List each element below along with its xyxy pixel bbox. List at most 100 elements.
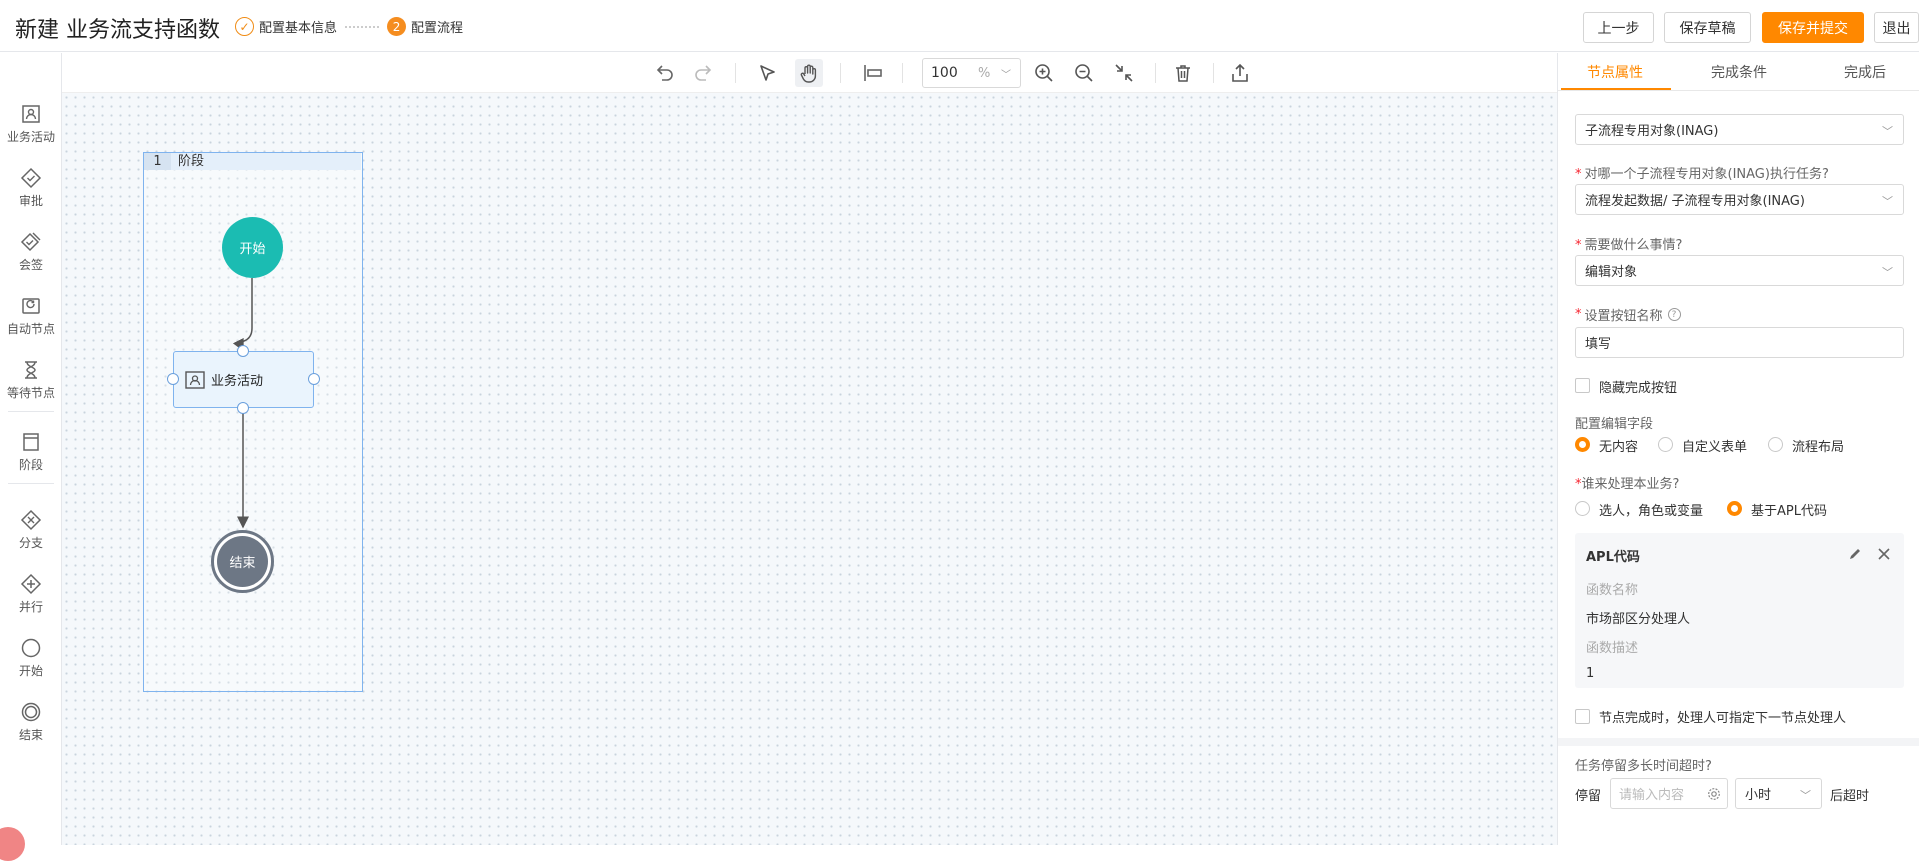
stay-label: 停留: [1575, 789, 1602, 804]
target-question-label: * 对哪一个子流程专用对象(INAG)执行任务?: [1575, 167, 1829, 182]
auto-node-icon: [22, 298, 40, 314]
stage-icon: [23, 433, 39, 451]
tab-after-completion[interactable]: 完成后: [1844, 62, 1886, 82]
radio-no-content[interactable]: [1575, 437, 1590, 452]
activity-node-label: 业务活动: [211, 374, 264, 389]
palette-item-approval[interactable]: 审批: [0, 167, 62, 209]
step-config-flow[interactable]: 配置流程: [411, 17, 463, 36]
tab-node-properties[interactable]: 节点属性: [1587, 62, 1643, 82]
palette-label: 开始: [18, 664, 43, 678]
parallel-icon: [20, 573, 42, 595]
action-question-label: * 需要做什么事情?: [1575, 238, 1683, 253]
section-divider: [1558, 738, 1919, 746]
palette-item-wait-node[interactable]: 等待节点: [0, 359, 62, 401]
hide-complete-checkbox[interactable]: [1575, 378, 1590, 393]
chevron-down-icon: ﹀: [1882, 125, 1893, 138]
start-node[interactable]: 开始: [222, 217, 283, 278]
zoom-select[interactable]: 100 % ﹀: [922, 58, 1021, 88]
target-value: 流程发起数据/ 子流程专用对象(INAG): [1585, 194, 1805, 209]
button-name-input[interactable]: 填写: [1575, 327, 1904, 358]
page-title: 新建 业务流支持函数: [15, 18, 220, 43]
time-unit-value: 小时: [1745, 788, 1772, 803]
connect-handle-top[interactable]: [237, 345, 249, 357]
branch-icon: [20, 509, 42, 531]
start-circle-icon: [21, 638, 41, 658]
check-icon: ✓: [235, 17, 254, 36]
radio-select-person-label: 选人，角色或变量: [1599, 504, 1704, 519]
approval-icon: [20, 167, 42, 189]
timeout-label: 任务停留多长时间超时?: [1575, 759, 1712, 774]
zoom-out-icon[interactable]: [1072, 61, 1096, 85]
zoom-value: 100: [931, 65, 958, 81]
panel-tabs: 节点属性 完成条件 完成后: [1558, 53, 1919, 91]
prev-step-button[interactable]: 上一步: [1583, 12, 1654, 43]
zoom-in-icon[interactable]: [1032, 61, 1056, 85]
hourglass-icon: [25, 361, 37, 379]
time-unit-select[interactable]: 小时 ﹀: [1735, 778, 1822, 809]
radio-flow-layout[interactable]: [1768, 437, 1783, 452]
end-node-label: 结束: [217, 536, 268, 587]
palette-item-countersign[interactable]: 会签: [0, 231, 62, 273]
zoom-unit: %: [978, 65, 991, 81]
flow-canvas[interactable]: 1 阶段 开始 业务活动 结束: [62, 93, 1557, 845]
object-type-select[interactable]: 子流程专用对象(INAG) ﹀: [1575, 114, 1904, 145]
activity-node[interactable]: 业务活动: [173, 351, 314, 408]
button-name-value: 填写: [1585, 337, 1612, 352]
connect-handle-right[interactable]: [308, 373, 320, 385]
apl-desc-value: 1: [1586, 666, 1595, 681]
target-select[interactable]: 流程发起数据/ 子流程专用对象(INAG) ﹀: [1575, 184, 1904, 215]
chevron-down-icon: ﹀: [1882, 266, 1893, 279]
undo-icon[interactable]: [652, 61, 676, 85]
action-value: 编辑对象: [1585, 265, 1638, 280]
palette-item-parallel[interactable]: 并行: [0, 573, 62, 615]
connect-handle-left[interactable]: [167, 373, 179, 385]
palette-item-auto-node[interactable]: 自动节点: [0, 295, 62, 337]
palette-item-end[interactable]: 结束: [0, 701, 62, 743]
redo-icon[interactable]: [692, 61, 716, 85]
end-node[interactable]: 结束: [211, 530, 274, 593]
export-icon[interactable]: [1228, 61, 1252, 85]
save-draft-button[interactable]: 保存草稿: [1664, 12, 1751, 43]
pointer-icon[interactable]: [755, 61, 779, 85]
edit-icon[interactable]: [1848, 547, 1862, 561]
button-name-label: * 设置按钮名称 ?: [1575, 305, 1681, 324]
radio-select-person[interactable]: [1575, 501, 1590, 516]
radio-no-content-label: 无内容: [1599, 440, 1639, 455]
next-handler-checkbox[interactable]: [1575, 709, 1590, 724]
radio-apl-code[interactable]: [1727, 501, 1742, 516]
timeout-input[interactable]: 请输入内容: [1610, 778, 1728, 809]
step-basic-info[interactable]: 配置基本信息: [259, 17, 337, 36]
activity-icon: [22, 105, 40, 123]
help-icon[interactable]: ?: [1667, 308, 1681, 321]
settings-icon[interactable]: [1707, 787, 1721, 801]
hand-icon[interactable]: [795, 59, 823, 87]
palette-item-start[interactable]: 开始: [0, 637, 62, 679]
palette-label: 分支: [18, 536, 43, 550]
palette-item-activity[interactable]: 业务活动: [0, 103, 62, 145]
palette-label: 并行: [18, 600, 43, 614]
canvas-toolbar: 100 % ﹀: [62, 53, 1557, 93]
step-indicator: ✓ 配置基本信息 2 配置流程: [235, 17, 463, 36]
connect-handle-bottom[interactable]: [237, 402, 249, 414]
fit-screen-icon[interactable]: [1112, 61, 1136, 85]
exit-button[interactable]: 退出: [1874, 12, 1919, 43]
after-timeout-label: 后超时: [1830, 789, 1870, 804]
node-palette: 业务活动 审批 会签 自动节点 等待节点 阶段 分支 并行 开始 结束: [0, 53, 62, 845]
chevron-down-icon: ﹀: [1001, 69, 1011, 81]
trash-icon[interactable]: [1171, 61, 1195, 85]
activity-icon: [185, 370, 205, 389]
close-icon[interactable]: [1877, 547, 1891, 561]
apl-desc-label: 函数描述: [1586, 641, 1639, 656]
tab-completion-conditions[interactable]: 完成条件: [1711, 62, 1767, 82]
radio-custom-form[interactable]: [1658, 437, 1673, 452]
action-select[interactable]: 编辑对象 ﹀: [1575, 255, 1904, 286]
chevron-down-icon: ﹀: [1800, 789, 1811, 802]
radio-flow-layout-label: 流程布局: [1792, 440, 1845, 455]
palette-item-stage[interactable]: 阶段: [0, 431, 62, 473]
palette-item-branch[interactable]: 分支: [0, 509, 62, 551]
chevron-down-icon: ﹀: [1882, 195, 1893, 208]
save-submit-button[interactable]: 保存并提交: [1762, 12, 1864, 43]
align-left-icon[interactable]: [861, 61, 885, 85]
flow-connectors: [232, 278, 253, 529]
apl-code-card: APL代码 函数名称 市场部区分处理人 函数描述 1: [1575, 533, 1904, 688]
